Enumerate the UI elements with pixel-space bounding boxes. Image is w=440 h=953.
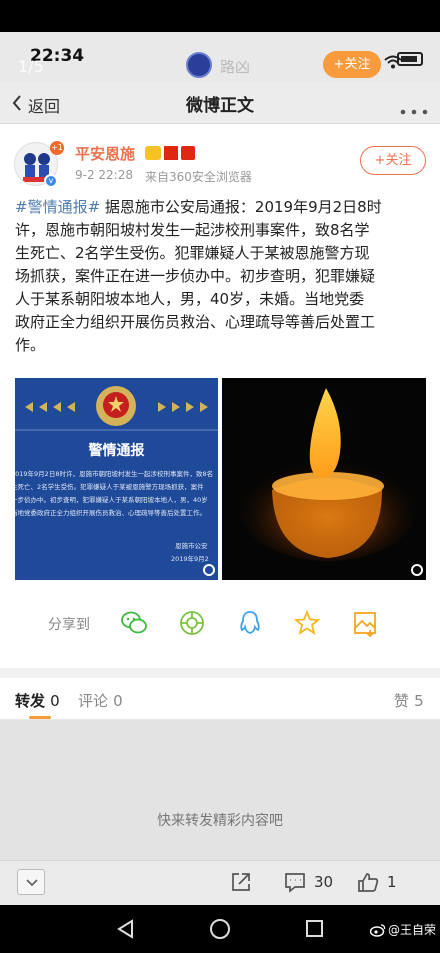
tab-comment[interactable]: 评论 0 bbox=[78, 690, 123, 711]
share-icon bbox=[232, 873, 250, 891]
more-icon[interactable] bbox=[400, 100, 428, 115]
bottom-action-bar: 30 1 bbox=[0, 860, 440, 905]
favorite-star-icon[interactable] bbox=[293, 609, 321, 637]
back-triangle-icon[interactable] bbox=[116, 919, 136, 943]
weibo-watermark-icon bbox=[203, 564, 215, 576]
nav-bar: 返回 微博正文 bbox=[0, 82, 440, 124]
notice-image[interactable]: 警情通报 2019年9月2日8时许，恩施市朝阳坡村发生一起涉校刑事案件，致8名 … bbox=[15, 378, 218, 580]
like-count: 1 bbox=[387, 873, 397, 891]
post-source: 来自360安全浏览器 bbox=[145, 170, 252, 184]
follow-button[interactable]: +关注 bbox=[360, 146, 426, 175]
tab-repost[interactable]: 转发 0 bbox=[15, 690, 60, 711]
home-circle-icon[interactable] bbox=[210, 919, 230, 939]
watermark-text: @王自荣 bbox=[388, 923, 437, 937]
wechat-icon[interactable] bbox=[120, 609, 148, 637]
active-tab-indicator bbox=[29, 716, 51, 719]
candle-icon bbox=[238, 388, 418, 561]
notice-date: 2019年9月2 bbox=[171, 555, 209, 563]
author-name[interactable]: 平安恩施 bbox=[75, 143, 135, 164]
post-line-2: 许，恩施市朝阳坡村发生一起涉校刑事案件，致8名学 bbox=[15, 221, 370, 239]
chevron-down-icon bbox=[26, 879, 38, 887]
username: 路凶 bbox=[220, 58, 251, 76]
notice-signature: 恩施市公安 bbox=[175, 542, 208, 550]
post-line-3: 生死亡、2名学生受伤。犯罪嫌疑人于某被恩施警方现 bbox=[15, 244, 370, 262]
level-badge-icon: +1 bbox=[50, 141, 64, 155]
post-text: #警情通报# 据恩施市公安局通报：2019年9月2日8时 许，恩施市朝阳坡村发生… bbox=[15, 196, 430, 357]
vip-icon bbox=[145, 146, 161, 160]
avatar[interactable] bbox=[186, 52, 212, 78]
repost-button[interactable] bbox=[230, 871, 252, 893]
post-line-1: 据恩施市公安局通报：2019年9月2日8时 bbox=[104, 198, 382, 216]
battery-icon bbox=[397, 52, 423, 66]
system-nav-bar: @王自荣 bbox=[0, 905, 440, 953]
post-time: 9-2 22:28 bbox=[75, 168, 133, 182]
post-content: +1 v 平安恩施 9-2 22:28 来自360安全浏览器 +关注 #警情通报… bbox=[0, 124, 440, 668]
comment-icon bbox=[285, 873, 305, 893]
notice-body: 2019年9月2日8时许，恩施市朝阳坡村发生一起涉校刑事案件，致8名 生死亡、2… bbox=[15, 470, 214, 517]
screen-top-frame bbox=[0, 0, 440, 32]
verified-icon: v bbox=[44, 174, 58, 188]
share-label: 分享到 bbox=[48, 617, 90, 633]
overlay-follow-button[interactable]: +关注 bbox=[323, 51, 381, 78]
post-line-7: 作。 bbox=[15, 336, 46, 354]
post-line-4: 场抓获，案件正在进一步侦办中。初步查明，犯罪嫌疑 bbox=[15, 267, 376, 285]
thumbs-up-icon bbox=[358, 873, 379, 892]
empty-text: 快来转发精彩内容吧 bbox=[157, 813, 283, 829]
tab-like[interactable]: 赞 5 bbox=[394, 690, 424, 711]
flag-icon bbox=[164, 146, 178, 160]
status-bar: 22:34 1/5 路凶 +关注 bbox=[0, 32, 440, 82]
hashtag-link[interactable]: #警情通报# bbox=[15, 198, 100, 216]
comment-button[interactable]: 30 bbox=[284, 870, 340, 896]
comment-count: 30 bbox=[314, 873, 334, 891]
flag-icon-2 bbox=[181, 146, 195, 160]
notice-heading: 警情通报 bbox=[88, 443, 145, 459]
post-line-6: 政府正全力组织开展伤员救治、心理疏导等善后处置工 bbox=[15, 313, 376, 331]
page-counter: 1/5 bbox=[18, 57, 44, 76]
moments-icon[interactable] bbox=[178, 609, 206, 637]
post-line-5: 人于某系朝阳坡本地人，男，40岁，未婚。当地党委 bbox=[15, 290, 365, 308]
collapse-button[interactable] bbox=[17, 869, 45, 895]
empty-state: 快来转发精彩内容吧 bbox=[0, 720, 440, 860]
page-title: 微博正文 bbox=[186, 96, 254, 116]
section-divider bbox=[0, 668, 440, 678]
like-button[interactable]: 1 bbox=[357, 870, 407, 896]
weibo-logo-icon bbox=[369, 922, 386, 937]
tabs-bar: 转发 0 评论 0 赞 5 bbox=[0, 678, 440, 720]
qq-icon[interactable] bbox=[236, 609, 264, 637]
save-image-icon[interactable] bbox=[351, 609, 379, 638]
candle-image[interactable] bbox=[222, 378, 426, 580]
weibo-watermark-icon-2 bbox=[411, 564, 423, 576]
recents-square-icon[interactable] bbox=[306, 920, 323, 937]
